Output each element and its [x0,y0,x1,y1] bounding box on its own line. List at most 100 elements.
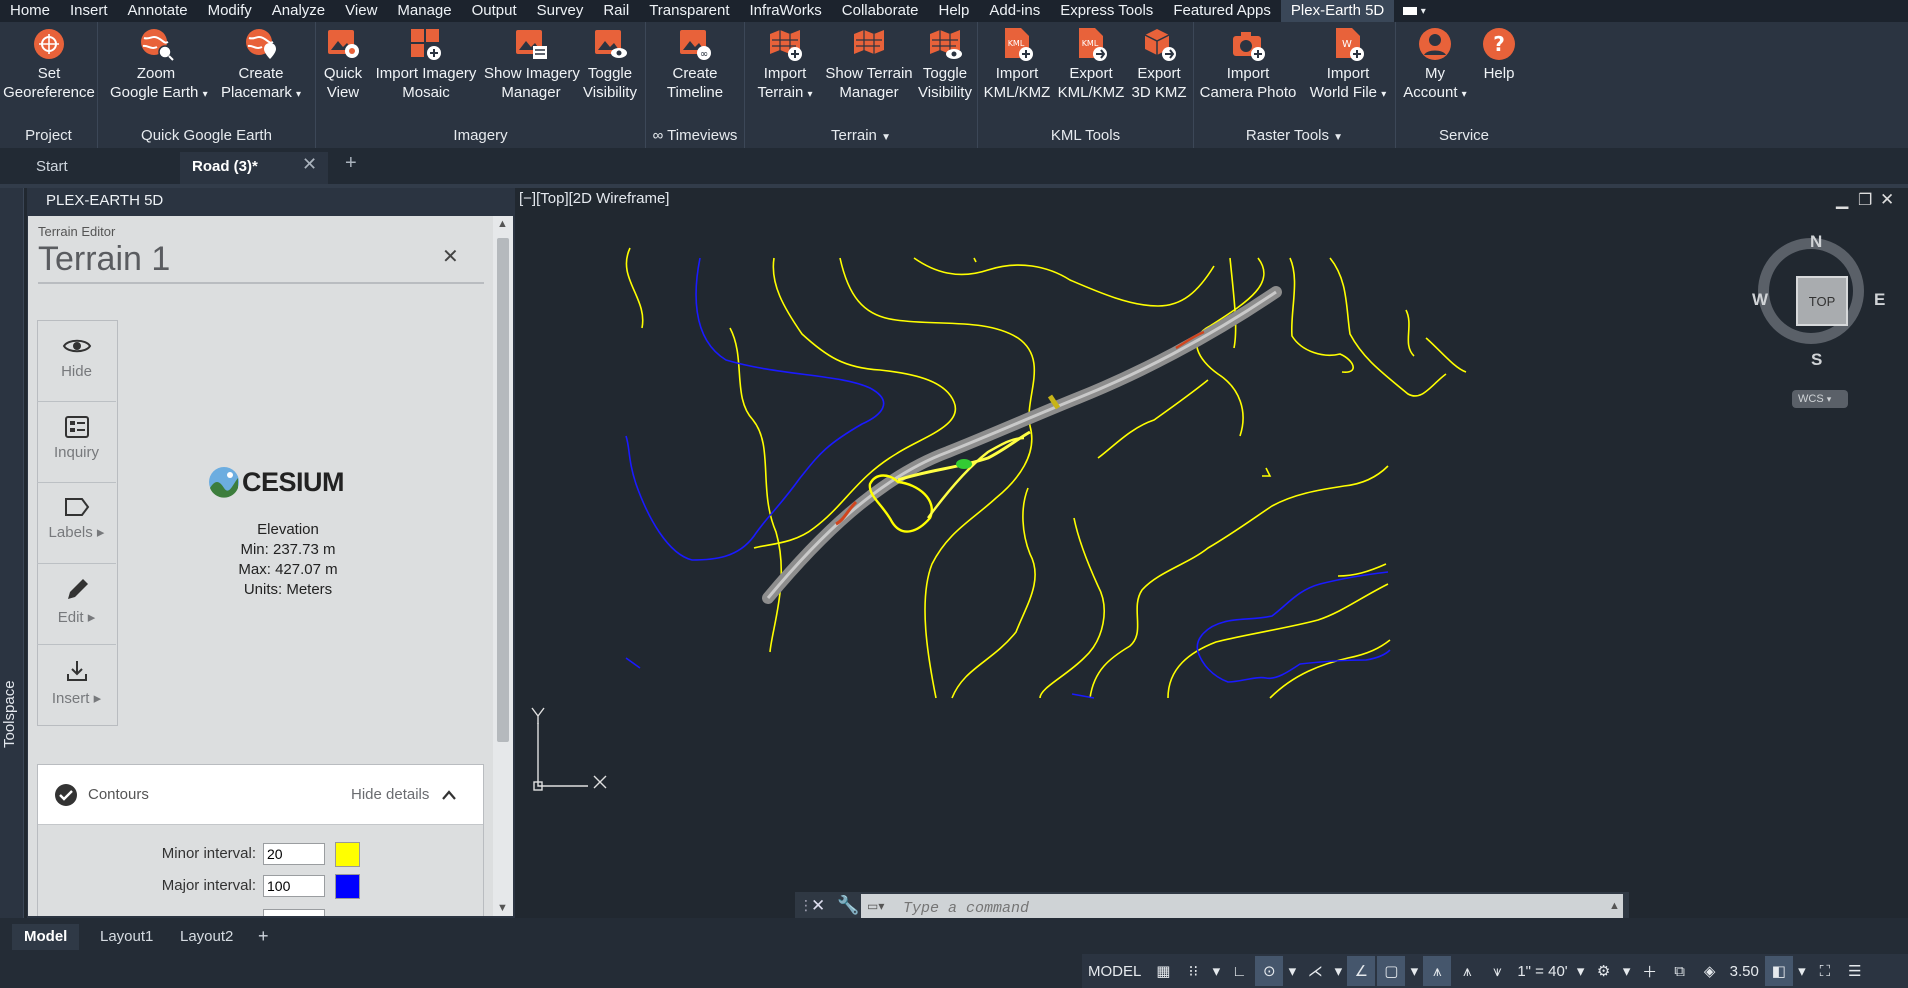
viewcube-top[interactable]: TOP [1796,276,1848,326]
show-terrain-manager-button[interactable]: Show Terrain Manager [821,26,917,102]
add-layout-icon[interactable]: + [258,926,269,947]
fullscreen-icon[interactable]: ⛶ [1811,956,1839,986]
workspace-gear-icon[interactable]: ⚙ [1590,956,1618,986]
quick-view-button[interactable]: Quick View [318,26,368,102]
menu-item-express-tools[interactable]: Express Tools [1050,0,1163,22]
ortho-icon[interactable]: ∟ [1225,956,1253,986]
menu-item-view[interactable]: View [335,0,387,22]
create-placemark-button[interactable]: Create Placemark ▾ [216,26,306,104]
compass-south[interactable]: S [1811,350,1822,370]
zoom-value[interactable]: 3.50 [1726,956,1763,986]
snap-dropdown-icon[interactable]: ▾ [1209,956,1223,986]
scroll-down-icon[interactable]: ▼ [497,902,508,914]
help-button[interactable]: ? Help [1476,26,1522,83]
isodraft-dropdown-icon[interactable]: ▾ [1331,956,1345,986]
account-dropdown-icon[interactable]: ▾ [1462,89,1467,100]
new-tab-icon[interactable]: + [345,152,357,175]
hide-details-link[interactable]: Hide details [351,786,429,803]
menu-item-analyze[interactable]: Analyze [262,0,335,22]
layer-icon[interactable]: ◈ [1696,956,1724,986]
scroll-thumb[interactable] [497,238,509,742]
zoom-dropdown-icon[interactable]: ▾ [203,89,208,100]
insert-button[interactable]: Insert ▸ [37,645,116,726]
create-timeline-button[interactable]: ∞ Create Timeline [650,26,740,102]
close-editor-icon[interactable]: ✕ [442,244,459,269]
menu-item-annotate[interactable]: Annotate [118,0,198,22]
wcs-menu[interactable]: WCS ▾ [1792,390,1848,408]
annotation-visibility-icon[interactable]: ⩚ [1423,956,1452,986]
chevron-up-icon[interactable] [441,789,457,801]
set-georeference-button[interactable]: Set Georeference [3,26,95,102]
import-camera-photo-button[interactable]: Import Camera Photo [1196,26,1300,102]
minor-interval-input[interactable] [263,843,325,865]
toolspace-bar[interactable]: Toolspace [0,188,24,918]
tab-start[interactable]: Start [0,152,178,184]
menu-item-rail[interactable]: Rail [593,0,639,22]
annotation-scale-value[interactable]: 1" = 40' [1513,956,1571,986]
edit-button[interactable]: Edit ▸ [37,564,116,645]
object-snap-tracking-icon[interactable]: ∠ [1347,956,1376,986]
snap-icon[interactable]: ⁝⁝ [1179,956,1207,986]
compass-west[interactable]: W [1752,290,1768,310]
import-world-file-button[interactable]: W Import World File ▾ [1302,26,1394,104]
major-color-swatch[interactable] [335,874,360,899]
menu-item-help[interactable]: Help [928,0,979,22]
annotation-scale-icon[interactable]: ⩛ [1483,956,1511,986]
palette-scrollbar[interactable]: ▲ ▼ [493,216,513,916]
menu-item-insert[interactable]: Insert [60,0,118,22]
isolate-objects-icon[interactable]: ◧ [1764,956,1793,986]
menu-item-plex-earth-5d[interactable]: Plex-Earth 5D [1280,0,1395,22]
import-imagery-mosaic-button[interactable]: Import Imagery Mosaic [368,26,484,102]
isodraft-icon[interactable]: ⋌ [1301,956,1329,986]
menu-item-survey[interactable]: Survey [527,0,594,22]
grid-icon[interactable]: ▦ [1149,956,1177,986]
object-snap-icon[interactable]: ▢ [1377,956,1406,986]
scroll-up-icon[interactable]: ▲ [497,218,508,230]
menu-item-featured-apps[interactable]: Featured Apps [1163,0,1281,22]
drawing-viewport[interactable]: [−][Top][2D Wireframe] ▁ ❐ ✕ TOP N S W E… [518,188,1908,918]
command-prompt-icon[interactable]: ▭▾ [867,899,884,913]
world-file-dropdown-icon[interactable]: ▾ [1381,89,1386,100]
menu-item-output[interactable]: Output [462,0,527,22]
tab-layout1[interactable]: Layout1 [88,924,165,950]
isolate-dropdown-icon[interactable]: ▾ [1795,956,1809,986]
wcs-dropdown-icon[interactable]: ▾ [1827,394,1832,404]
annotation-monitor-icon[interactable]: ＋ [1636,956,1664,986]
polar-tracking-icon[interactable]: ⊙ [1255,956,1284,986]
terrain-panel-expand-icon[interactable]: ▼ [881,132,891,143]
toggle-terrain-visibility-button[interactable]: Toggle Visibility [913,26,977,102]
ribbon-options-icon[interactable]: ▾ [1394,0,1434,22]
polar-dropdown-icon[interactable]: ▾ [1285,956,1299,986]
zoom-google-earth-button[interactable]: Zoom Google Earth ▾ [110,26,208,104]
check-circle-icon[interactable] [54,783,78,807]
menu-item-add-ins[interactable]: Add-ins [979,0,1050,22]
menu-item-infraworks[interactable]: InfraWorks [740,0,832,22]
menu-item-transparent[interactable]: Transparent [639,0,739,22]
import-terrain-button[interactable]: Import Terrain ▾ [749,26,821,104]
import-terrain-dropdown-icon[interactable]: ▾ [808,89,813,100]
panel-title-raster-tools[interactable]: Raster Tools ▼ [1194,126,1395,146]
show-imagery-manager-button[interactable]: Show Imagery Manager [484,26,580,102]
customization-menu-icon[interactable]: ☰ [1841,956,1869,986]
inquiry-button[interactable]: Inquiry [37,402,116,483]
scale-dropdown-icon[interactable]: ▾ [1574,956,1588,986]
units-icon[interactable]: ⧉ [1666,956,1694,986]
menu-item-home[interactable]: Home [0,0,60,22]
menu-item-collaborate[interactable]: Collaborate [832,0,929,22]
toggle-imagery-visibility-button[interactable]: Toggle Visibility [578,26,642,102]
tab-layout2[interactable]: Layout2 [168,924,245,950]
model-space-toggle[interactable]: MODEL [1082,956,1147,986]
customize-icon[interactable]: 🔧 [837,895,859,916]
auto-scale-icon[interactable]: ⩚ [1453,956,1481,986]
import-kml-button[interactable]: KML Import KML/KMZ [980,26,1054,102]
close-tab-icon[interactable]: ✕ [302,154,317,175]
compass-north[interactable]: N [1810,232,1822,252]
raster-panel-expand-icon[interactable]: ▼ [1333,132,1343,143]
menu-item-modify[interactable]: Modify [198,0,262,22]
compass-east[interactable]: E [1874,290,1885,310]
menu-item-manage[interactable]: Manage [387,0,461,22]
next-interval-input[interactable] [263,909,325,916]
my-account-button[interactable]: My Account ▾ [1400,26,1470,104]
palette-header[interactable]: PLEX-EARTH 5D [27,188,515,214]
object-snap-dropdown-icon[interactable]: ▾ [1407,956,1421,986]
